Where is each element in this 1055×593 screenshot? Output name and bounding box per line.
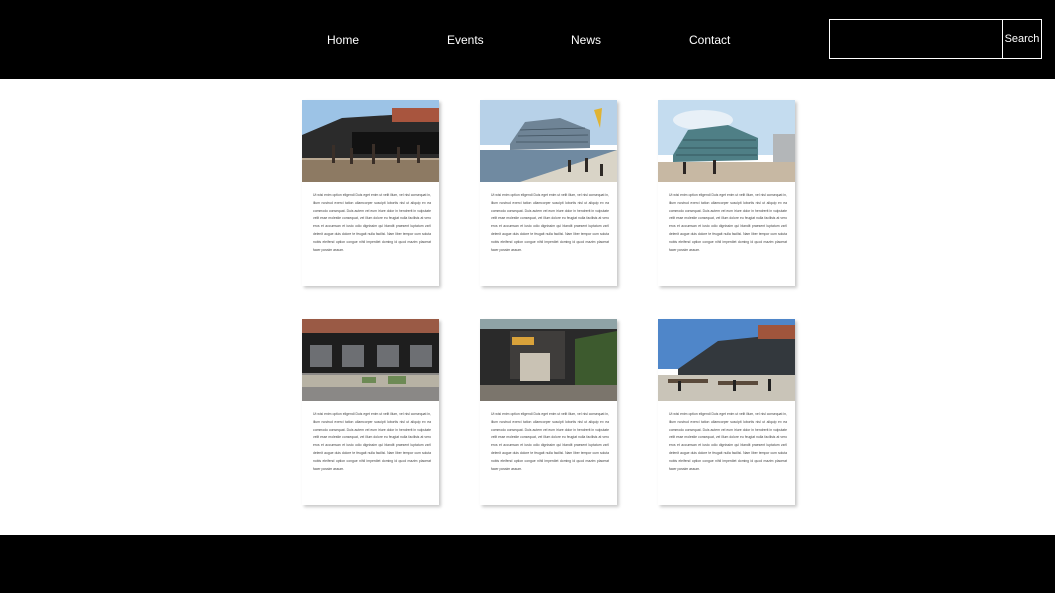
content-card[interactable]: Ut wisi enim option eligendi Duis eget e… [302, 100, 439, 286]
card-photo [480, 100, 617, 182]
content-card[interactable]: Ut wisi enim option eligendi Duis eget e… [302, 319, 439, 505]
card-photo [480, 319, 617, 401]
card-photo [302, 100, 439, 182]
nav-link-home[interactable]: Home [327, 32, 359, 48]
content-card[interactable]: Ut wisi enim option eligendi Duis eget e… [658, 319, 795, 505]
card-body-text: Ut wisi enim option eligendi Duis eget e… [491, 412, 609, 471]
footer-bar [0, 535, 1055, 593]
nav-link-contact[interactable]: Contact [689, 32, 730, 48]
card-photo [302, 319, 439, 401]
nav-link-events[interactable]: Events [447, 32, 484, 48]
search-input[interactable] [830, 20, 1002, 58]
nav-link-news[interactable]: News [571, 32, 601, 48]
card-body-text: Ut wisi enim option eligendi Duis eget e… [669, 193, 787, 252]
search-form: Search [829, 19, 1042, 59]
card-body-text: Ut wisi enim option eligendi Duis eget e… [491, 193, 609, 252]
content-card[interactable]: Ut wisi enim option eligendi Duis eget e… [480, 319, 617, 505]
content-card[interactable]: Ut wisi enim option eligendi Duis eget e… [480, 100, 617, 286]
card-photo [658, 100, 795, 182]
top-navigation-bar: Home Events News Contact Search [0, 0, 1055, 79]
search-button[interactable]: Search [1002, 20, 1041, 58]
content-card[interactable]: Ut wisi enim option eligendi Duis eget e… [658, 100, 795, 286]
card-body-text: Ut wisi enim option eligendi Duis eget e… [669, 412, 787, 471]
card-body-text: Ut wisi enim option eligendi Duis eget e… [313, 412, 431, 471]
card-photo [658, 319, 795, 401]
card-body-text: Ut wisi enim option eligendi Duis eget e… [313, 193, 431, 252]
